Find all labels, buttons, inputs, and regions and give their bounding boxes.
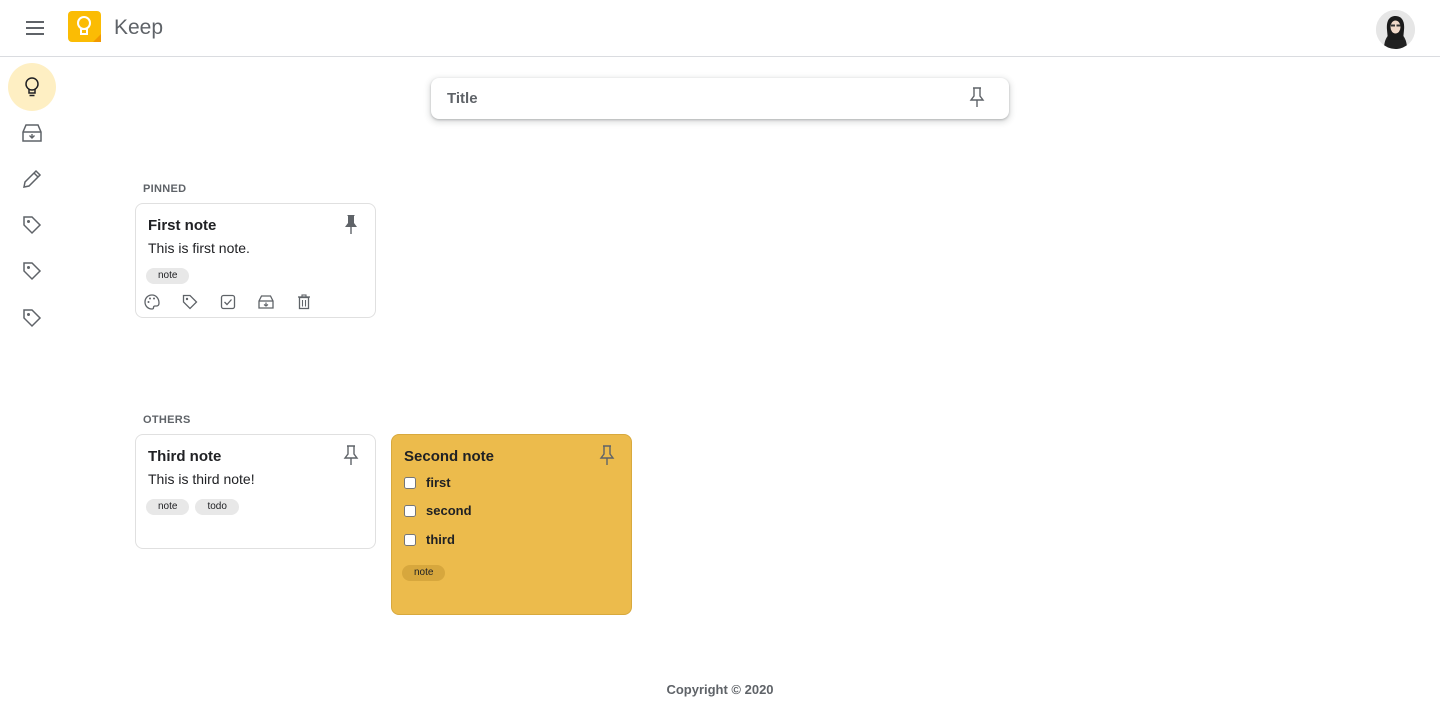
tag-chip[interactable]: todo [195, 499, 239, 515]
checklist-checkbox[interactable] [404, 504, 416, 517]
sidebar-item-label-3[interactable] [8, 294, 56, 342]
delete-button[interactable] [296, 294, 312, 310]
archive-button[interactable] [258, 294, 274, 310]
archive-icon [258, 295, 274, 309]
checklist-checkbox[interactable] [404, 533, 416, 546]
sidebar-item-edit-labels[interactable] [8, 155, 56, 203]
add-label-button[interactable] [182, 294, 198, 310]
footer-copyright: Copyright © 2020 [666, 682, 774, 697]
checklist-item[interactable]: third [404, 532, 455, 547]
note-tags: note [146, 268, 190, 284]
checklist-checkbox[interactable] [404, 476, 416, 489]
checkbox-icon [220, 294, 236, 310]
menu-button[interactable] [19, 12, 51, 44]
avatar-image-icon [1376, 10, 1415, 49]
label-icon [182, 294, 198, 310]
note-card-third[interactable]: Third note This is third note! note todo [135, 434, 376, 549]
palette-icon [144, 294, 160, 310]
checklist-item-text: first [426, 475, 451, 490]
note-body: This is first note. [148, 240, 250, 256]
note-card-first[interactable]: First note This is first note. note [135, 203, 376, 318]
note-title: Second note [404, 448, 495, 465]
keep-logo-icon [68, 11, 101, 42]
color-palette-button[interactable] [144, 294, 160, 310]
label-icon [23, 309, 42, 328]
tag-chip[interactable]: note [146, 499, 190, 515]
user-avatar[interactable] [1376, 10, 1415, 49]
app-title: Keep [114, 16, 164, 39]
pin-button[interactable] [969, 87, 985, 114]
label-icon [23, 216, 42, 235]
pin-outline-icon [343, 445, 359, 465]
checklist-item[interactable]: first [404, 475, 451, 490]
pinned-section-label: PINNED [143, 183, 187, 195]
note-title: First note [148, 217, 217, 234]
note-title: Third note [148, 448, 222, 465]
note-tags: note todo [146, 499, 239, 515]
checklist-item[interactable]: second [404, 503, 472, 518]
pin-button[interactable] [343, 445, 361, 467]
pin-filled-icon [345, 215, 357, 234]
take-note-box [431, 78, 1009, 119]
note-card-second[interactable]: Second note first second third note [391, 434, 632, 615]
sidebar-item-label-1[interactable] [8, 201, 56, 249]
pin-outline-icon [969, 87, 985, 107]
pin-button[interactable] [599, 445, 617, 467]
note-tags: note [402, 565, 446, 581]
note-title-input[interactable] [447, 86, 947, 110]
lightbulb-icon [25, 77, 39, 97]
sidebar-item-notes[interactable] [8, 63, 56, 111]
trash-icon [298, 294, 310, 310]
note-toolbar [144, 294, 312, 310]
note-body: This is third note! [148, 471, 255, 487]
tag-chip[interactable]: note [402, 565, 446, 581]
others-section-label: OTHERS [143, 414, 191, 426]
pin-outline-icon [599, 445, 615, 465]
sidebar-item-archive[interactable] [8, 109, 56, 157]
hamburger-menu-icon [26, 21, 44, 35]
label-icon [23, 262, 42, 281]
unpin-button[interactable] [343, 214, 361, 236]
checklist-item-text: third [426, 532, 455, 547]
sidebar-item-label-2[interactable] [8, 247, 56, 295]
pencil-icon [23, 169, 42, 188]
archive-icon [22, 124, 42, 142]
tag-chip[interactable]: note [146, 268, 190, 284]
checkbox-mode-button[interactable] [220, 294, 236, 310]
app-header: Keep [0, 0, 1440, 57]
checklist-item-text: second [426, 503, 472, 518]
